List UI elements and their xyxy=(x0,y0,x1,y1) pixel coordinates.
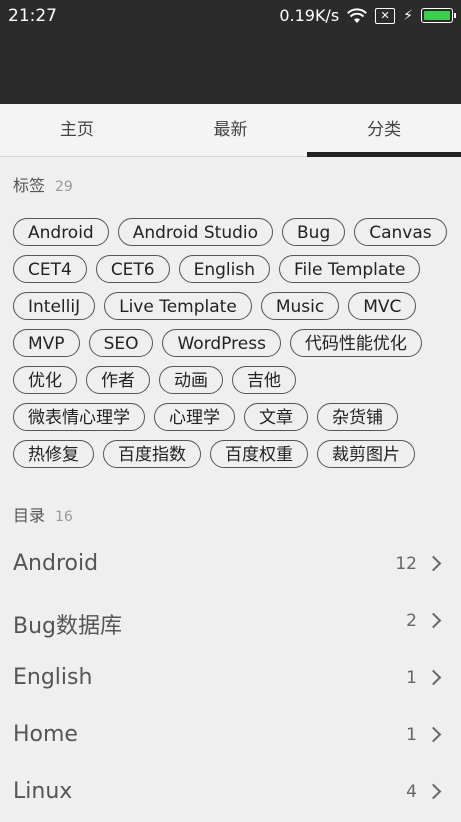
tag-chip[interactable]: 作者 xyxy=(86,366,150,394)
tag-row: 微表情心理学 心理学 文章 杂货铺 xyxy=(13,403,453,440)
tag-row: 热修复 百度指数 百度权重 裁剪图片 xyxy=(13,440,453,477)
chevron-right-icon xyxy=(425,726,442,743)
directory-section-header: 目录 16 xyxy=(13,502,73,526)
category-item[interactable]: Home 1 xyxy=(0,708,461,765)
tag-chip[interactable]: File Template xyxy=(279,255,421,283)
category-name: English xyxy=(13,665,93,690)
status-icons: 0.19K/s ✕ ⚡ xyxy=(279,6,456,25)
directory-title: 目录 xyxy=(13,506,46,525)
category-name: Home xyxy=(13,722,78,747)
tag-chip[interactable]: Android xyxy=(13,218,109,246)
category-item[interactable]: Linux 4 xyxy=(0,765,461,822)
tag-chip[interactable]: IntelliJ xyxy=(13,292,96,320)
tag-row: CET4 CET6 English File Template xyxy=(13,255,453,292)
tag-chip[interactable]: WordPress xyxy=(162,329,281,357)
chevron-right-icon xyxy=(425,612,442,629)
tag-chip[interactable]: 吉他 xyxy=(232,366,296,394)
tag-chip[interactable]: Live Template xyxy=(104,292,252,320)
category-name: Android xyxy=(13,551,99,576)
tag-chip[interactable]: CET6 xyxy=(95,255,170,283)
tag-chip[interactable]: CET4 xyxy=(13,255,87,283)
tag-row: MVP SEO WordPress 代码性能优化 xyxy=(13,329,453,366)
tag-chip[interactable]: MVP xyxy=(13,329,80,357)
tag-chip[interactable]: 裁剪图片 xyxy=(317,440,415,468)
charging-bolt-icon: ⚡ xyxy=(403,7,413,24)
category-item[interactable]: Bug数据库 2 xyxy=(0,594,461,651)
tag-chip[interactable]: 动画 xyxy=(159,366,223,394)
status-time: 21:27 xyxy=(8,6,57,26)
tags-section-header: 标签 29 xyxy=(13,172,73,196)
category-item[interactable]: English 1 xyxy=(0,651,461,708)
tag-chip[interactable]: Android Studio xyxy=(117,218,274,246)
tag-cloud: Android Android Studio Bug Canvas CET4 CET6 En… xyxy=(13,218,453,477)
network-speed: 0.19K/s xyxy=(279,6,340,25)
category-count: 1 xyxy=(406,668,417,688)
chevron-right-icon xyxy=(425,783,442,800)
tab-category[interactable]: 分类 xyxy=(307,104,461,157)
directory-count: 16 xyxy=(55,509,73,525)
category-count: 12 xyxy=(395,554,417,574)
sim-x-icon: ✕ xyxy=(375,7,396,24)
tag-chip[interactable]: English xyxy=(178,255,271,283)
tag-chip[interactable]: Canvas xyxy=(354,218,447,246)
tag-chip[interactable]: 文章 xyxy=(244,403,308,431)
tag-chip[interactable]: 优化 xyxy=(13,366,77,394)
tag-chip[interactable]: 代码性能优化 xyxy=(289,329,422,357)
tags-title: 标签 xyxy=(13,176,46,195)
tag-row: 优化 作者 动画 吉他 xyxy=(13,366,453,403)
tag-chip[interactable]: SEO xyxy=(88,329,154,357)
category-count: 1 xyxy=(406,725,417,745)
tag-chip[interactable]: 微表情心理学 xyxy=(13,403,145,431)
category-item[interactable]: Android 12 xyxy=(0,537,461,594)
wifi-icon xyxy=(347,7,368,23)
tab-latest[interactable]: 最新 xyxy=(154,104,308,156)
tag-row: IntelliJ Live Template Music MVC xyxy=(13,292,453,329)
chevron-right-icon xyxy=(425,555,442,572)
tag-chip[interactable]: 百度指数 xyxy=(103,440,201,468)
category-count: 4 xyxy=(406,782,417,802)
tag-chip[interactable]: 百度权重 xyxy=(210,440,308,468)
category-name: Bug数据库 xyxy=(13,614,123,639)
tag-chip[interactable]: Music xyxy=(260,292,340,320)
chevron-right-icon xyxy=(425,669,442,686)
tag-chip[interactable]: 心理学 xyxy=(154,403,235,431)
category-list: Android 12 Bug数据库 2 English 1 Home 1 Linux 4 xyxy=(0,537,461,822)
status-bar: 21:27 0.19K/s ✕ ⚡ xyxy=(0,0,461,104)
tag-chip[interactable]: MVC xyxy=(348,292,417,320)
tab-bar: 主页 最新 分类 xyxy=(0,104,461,157)
tag-chip[interactable]: Bug xyxy=(282,218,346,246)
tab-home[interactable]: 主页 xyxy=(0,104,154,156)
battery-icon xyxy=(421,8,456,23)
tag-chip[interactable]: 热修复 xyxy=(13,440,94,468)
category-name: Linux xyxy=(13,779,73,804)
tag-chip[interactable]: 杂货铺 xyxy=(317,403,398,431)
tags-count: 29 xyxy=(55,179,73,195)
category-count: 2 xyxy=(406,611,417,631)
tag-row: Android Android Studio Bug Canvas xyxy=(13,218,453,255)
